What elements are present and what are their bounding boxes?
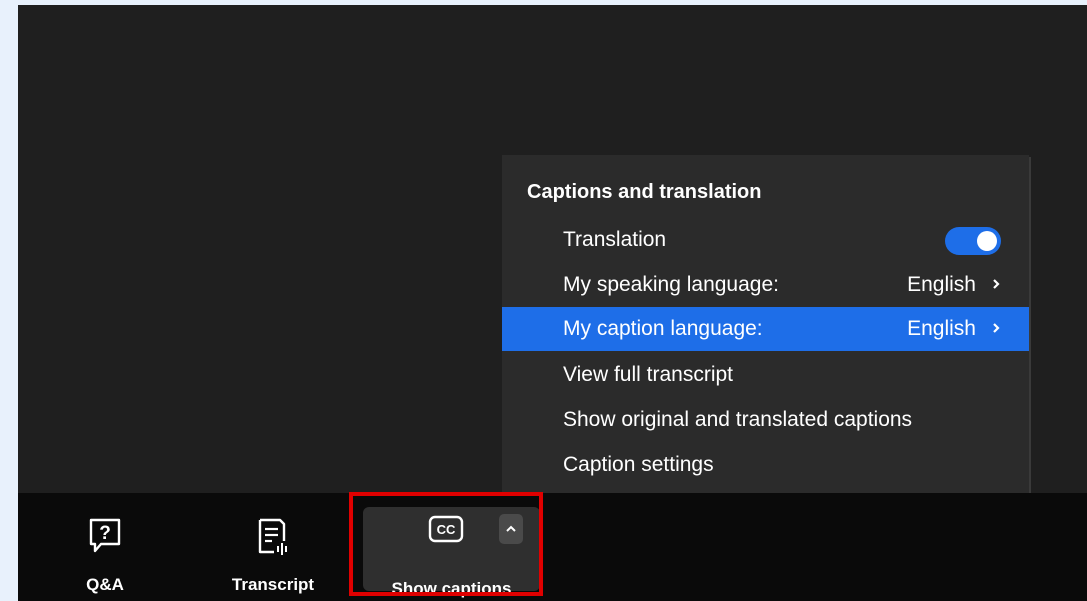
show-captions-button[interactable]: CC Show captions [363, 507, 540, 598]
transcript-label: Transcript [231, 575, 315, 594]
caption-language-value: English [907, 317, 976, 340]
speaking-language-value: English [907, 273, 976, 296]
menu-item-speaking-language[interactable]: My speaking language: English [502, 263, 1029, 307]
captions-options-button[interactable] [499, 514, 523, 544]
qa-label: Q&A [86, 575, 124, 594]
menu-item-caption-language[interactable]: My caption language: English [502, 307, 1029, 351]
menu-item-show-original-translated[interactable]: Show original and translated captions [502, 398, 1029, 442]
menu-item-translation[interactable]: Translation [502, 218, 1029, 262]
menu-item-view-transcript[interactable]: View full transcript [502, 353, 1029, 397]
meeting-window: Captions and translation Translation My … [18, 5, 1087, 601]
question-bubble-icon: ? [88, 517, 122, 562]
show-captions-label: Show captions [391, 579, 512, 598]
cc-text: CC [437, 522, 456, 537]
qa-button[interactable]: ? Q&A [70, 493, 140, 601]
menu-item-label: Show original and translated captions [563, 408, 913, 431]
captions-menu: Captions and translation Translation My … [502, 155, 1029, 498]
svg-text:?: ? [99, 523, 111, 544]
menu-item-label: Translation [563, 228, 667, 251]
translation-toggle[interactable] [945, 227, 1001, 255]
menu-title: Captions and translation [527, 181, 762, 203]
transcript-button[interactable]: Transcript [213, 493, 333, 601]
closed-captions-icon: CC [428, 515, 464, 548]
menu-item-label: My caption language: [563, 317, 763, 340]
menu-item-label: My speaking language: [563, 273, 779, 296]
transcript-icon [256, 517, 292, 562]
menu-item-label: View full transcript [563, 363, 734, 386]
menu-item-caption-settings[interactable]: Caption settings [502, 443, 1029, 487]
menu-item-label: Caption settings [563, 453, 714, 476]
toggle-knob [977, 231, 997, 251]
chevron-up-icon [506, 525, 516, 532]
meeting-toolbar: ? Q&A Transcript CC Show captions [18, 493, 1087, 601]
